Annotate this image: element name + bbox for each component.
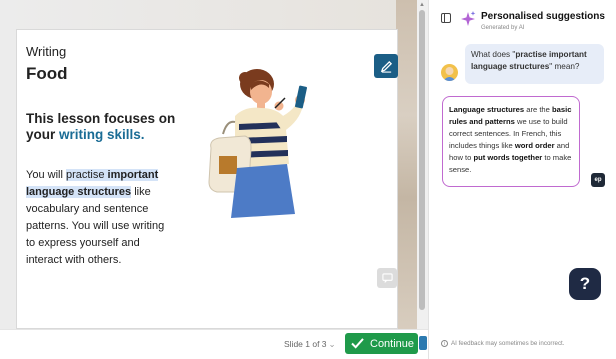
ai-badge: ep [591, 173, 605, 187]
chat-icon [381, 272, 393, 283]
selected-plain: practise [65, 169, 108, 181]
panel-title: Personalised suggestions [481, 11, 605, 22]
body-rest: like vocabulary and sentence patterns. Y… [26, 186, 165, 266]
ai-answer-bubble: Language structures are the basic rules … [442, 96, 580, 187]
help-button[interactable]: ? [569, 268, 601, 300]
selected-bold-2: language structures [26, 186, 132, 198]
disclaimer-text: AI feedback may sometimes be incorrect. [451, 340, 565, 347]
slide-counter-text: Slide 1 of 3 [284, 339, 327, 349]
ai-bold-3: word order [514, 141, 555, 150]
body-intro: You will [26, 169, 66, 181]
pen-icon [380, 60, 392, 73]
slide-counter[interactable]: Slide 1 of 3 ⌄ [284, 339, 336, 350]
focus-highlight: writing skills. [59, 127, 145, 142]
sidebar-toggle-icon[interactable] [441, 13, 451, 23]
ai-text-1: are the [524, 105, 552, 114]
sparkle-icon [461, 11, 476, 26]
question-post: " mean? [549, 62, 580, 71]
slide-title: Food [26, 64, 68, 83]
info-icon: i [441, 340, 448, 347]
ai-bold-1: Language structures [449, 105, 525, 114]
panel-resize-handle[interactable] [419, 336, 427, 350]
panel-header: Personalised suggestions Generated by AI [429, 0, 616, 38]
comment-button[interactable] [377, 268, 397, 288]
scrollbar-thumb[interactable] [419, 10, 425, 310]
edit-pen-button[interactable] [374, 54, 398, 78]
lesson-focus: This lesson focuses on your writing skil… [26, 111, 196, 143]
ai-bold-4: put words together [473, 153, 543, 162]
student-writing-illustration [208, 69, 308, 218]
question-pre: What does " [471, 50, 516, 59]
continue-button[interactable]: Continue [345, 333, 418, 354]
check-icon [350, 337, 364, 351]
user-avatar [441, 64, 458, 81]
chevron-down-icon: ⌄ [328, 339, 336, 349]
panel-subtitle: Generated by AI [481, 25, 525, 31]
lesson-description[interactable]: You will practise important language str… [26, 167, 171, 269]
scroll-up-arrow-icon[interactable]: ▲ [419, 2, 425, 8]
continue-label: Continue [370, 337, 415, 350]
ai-disclaimer: i AI feedback may sometimes be incorrect… [441, 340, 564, 347]
slide-subject: Writing [26, 44, 67, 59]
selected-bold-1: important [107, 169, 159, 181]
ai-suggestions-panel: Personalised suggestions Generated by AI… [428, 0, 616, 359]
user-question-bubble: What does "practise important language s… [465, 44, 604, 84]
